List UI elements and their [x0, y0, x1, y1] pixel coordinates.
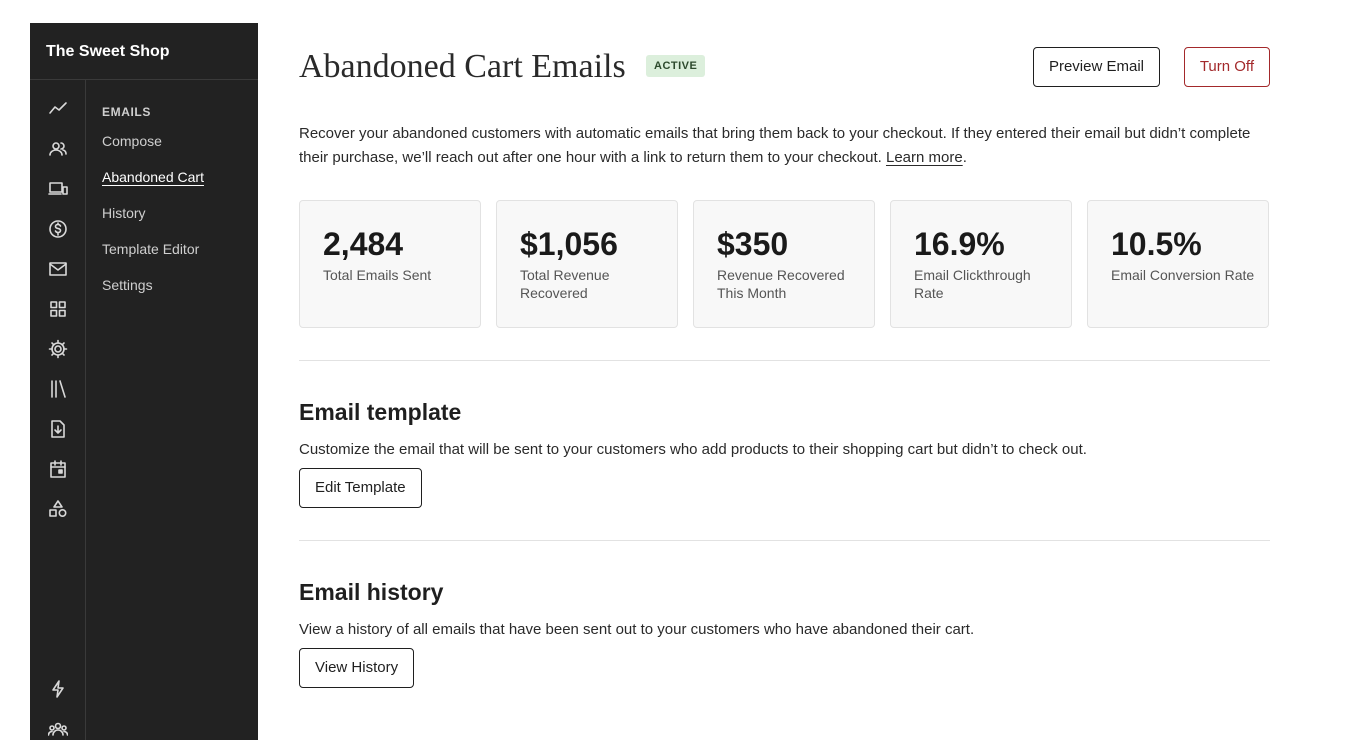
main-content: Abandoned Cart Emails ACTIVE Preview Ema… [299, 40, 1270, 688]
subnav-item-template-editor[interactable]: Template Editor [102, 241, 204, 277]
stat-label: Email Clickthrough Rate [914, 267, 1031, 301]
section-description: View a history of all emails that have b… [299, 621, 975, 638]
stat-value: 16.9% [914, 226, 1005, 262]
stat-value: 2,484 [323, 226, 404, 262]
section-title: Email template [299, 399, 462, 425]
calendar-icon[interactable] [47, 458, 69, 480]
sidebar: The Sweet Shop EMAILS Compose Abandoned … [30, 23, 258, 740]
learn-more-link[interactable]: Learn more [886, 149, 963, 166]
email-template-section: Email template Customize the email that … [299, 399, 1270, 508]
devices-icon[interactable] [47, 178, 69, 200]
stat-value: $350 [717, 226, 789, 262]
stat-card-clickthrough-rate: 16.9% Email Clickthrough Rate [890, 200, 1072, 328]
subnav-heading: EMAILS [102, 105, 151, 119]
intro-text: Recover your abandoned customers with au… [299, 125, 1251, 166]
section-title: Email history [299, 579, 444, 605]
section-description: Customize the email that will be sent to… [299, 441, 1087, 458]
gear-icon[interactable] [47, 338, 69, 360]
subnav-item-abandoned-cart[interactable]: Abandoned Cart [102, 169, 204, 205]
stat-label: Total Emails Sent [323, 267, 432, 283]
stat-label: Revenue Recovered This Month [717, 267, 845, 301]
stat-value: $1,056 [520, 226, 618, 262]
customers-icon[interactable] [47, 138, 69, 160]
status-badge: ACTIVE [646, 55, 706, 77]
divider [299, 360, 1270, 361]
subnav-item-compose[interactable]: Compose [102, 133, 204, 169]
stat-card-total-revenue-recovered: $1,056 Total Revenue Recovered [496, 200, 678, 328]
lightning-icon[interactable] [47, 678, 69, 700]
shop-name[interactable]: The Sweet Shop [30, 23, 258, 80]
stat-value: 10.5% [1111, 226, 1202, 262]
emails-subnav: EMAILS Compose Abandoned Cart History Te… [102, 105, 204, 313]
page-title: Abandoned Cart Emails [299, 48, 626, 85]
subnav-item-settings[interactable]: Settings [102, 277, 204, 313]
dollar-icon[interactable] [47, 218, 69, 240]
library-icon[interactable] [47, 378, 69, 400]
apps-grid-icon[interactable] [47, 298, 69, 320]
intro-description: Recover your abandoned customers with au… [299, 122, 1259, 170]
file-download-icon[interactable] [47, 418, 69, 440]
icon-rail [30, 80, 86, 740]
preview-email-button[interactable]: Preview Email [1032, 47, 1160, 87]
stats-row: 2,484 Total Emails Sent $1,056 Total Rev… [299, 200, 1270, 328]
mail-icon[interactable] [47, 258, 69, 280]
team-icon[interactable] [47, 718, 69, 740]
divider [299, 540, 1270, 541]
stat-card-total-emails-sent: 2,484 Total Emails Sent [299, 200, 481, 328]
email-history-section: Email history View a history of all emai… [299, 579, 1270, 688]
analytics-icon[interactable] [47, 98, 69, 120]
subnav-item-history[interactable]: History [102, 205, 204, 241]
turn-off-button[interactable]: Turn Off [1183, 47, 1270, 87]
stat-label: Email Conversion Rate [1111, 267, 1255, 283]
shapes-icon[interactable] [47, 498, 69, 520]
stat-label: Total Revenue Recovered [520, 267, 610, 301]
edit-template-button[interactable]: Edit Template [299, 468, 422, 508]
page-header: Abandoned Cart Emails ACTIVE Preview Ema… [299, 40, 1270, 96]
stat-card-revenue-this-month: $350 Revenue Recovered This Month [693, 200, 875, 328]
stat-card-conversion-rate: 10.5% Email Conversion Rate [1087, 200, 1269, 328]
intro-trailing: . [962, 149, 967, 166]
view-history-button[interactable]: View History [299, 648, 415, 688]
